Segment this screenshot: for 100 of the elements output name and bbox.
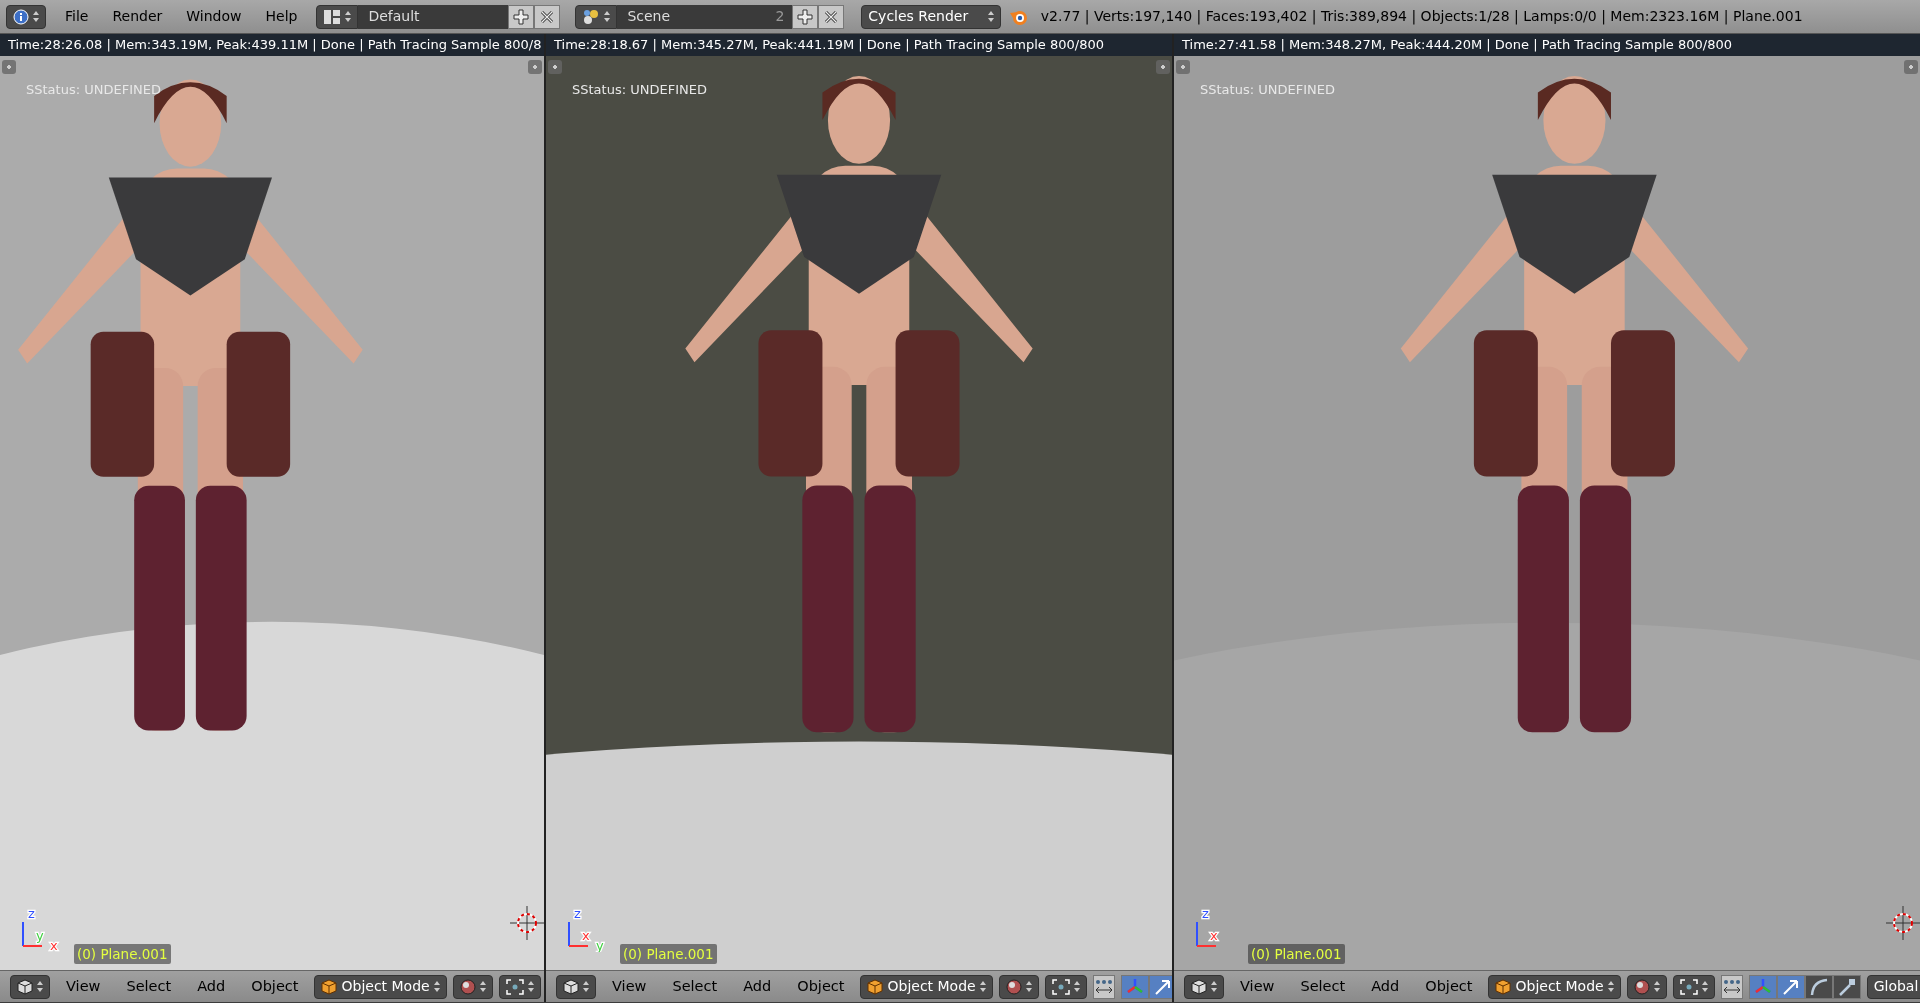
updown-icon [345, 10, 352, 23]
editor-type-button[interactable] [10, 974, 50, 999]
arrow-toggle[interactable] [1148, 974, 1172, 999]
menu-item[interactable]: Select [1290, 975, 1356, 998]
menu-item[interactable]: Add [187, 975, 236, 998]
axis-gizmo-drawing: z x [1194, 906, 1238, 952]
shading-dropdown[interactable] [998, 974, 1039, 999]
pivot-dropdown[interactable] [498, 974, 541, 999]
updown-icon [1073, 980, 1080, 993]
menu-item[interactable]: Add [733, 975, 782, 998]
updown-icon [433, 980, 440, 993]
add-button[interactable] [792, 4, 819, 29]
menu-item[interactable]: Add [1361, 975, 1410, 998]
cube-icon [867, 978, 884, 995]
render-info: Time:27:41.58 | Mem:348.27M, Peak:444.20M | Done | Path Tracing Sample 800/800 [1174, 34, 1920, 56]
menu-item[interactable]: Window [174, 6, 254, 27]
status-text: SStatus: UNDEFINED [26, 81, 161, 99]
shading-dropdown[interactable] [1626, 974, 1667, 999]
updown-icon [37, 980, 43, 993]
scale-toggle[interactable] [1832, 974, 1861, 999]
scene-icon [582, 8, 601, 25]
menu-item[interactable]: Render [100, 6, 175, 27]
manipulator-toggle[interactable] [1720, 974, 1743, 999]
sphere-icon [459, 978, 476, 995]
screen-layout-field[interactable]: Default [358, 4, 509, 29]
menu-item[interactable]: Help [253, 6, 310, 27]
pivot-icon [1051, 978, 1070, 995]
scene-button[interactable] [575, 4, 618, 29]
3d-cursor-icon [1886, 906, 1920, 940]
corner-widget-icon[interactable] [1904, 60, 1918, 74]
corner-widget-icon[interactable] [528, 60, 542, 74]
shading-dropdown[interactable] [452, 974, 493, 999]
corner-widget-icon[interactable] [548, 60, 562, 74]
menu-item[interactable]: Object [1415, 975, 1483, 998]
updown-icon [1211, 980, 1217, 993]
updown-icon [979, 980, 986, 993]
info-icon [13, 8, 29, 25]
close-icon [539, 8, 556, 25]
editor-type-button[interactable] [1184, 974, 1224, 999]
menu-item[interactable]: View [1230, 975, 1285, 998]
menu-item[interactable]: Select [116, 975, 182, 998]
menu-item[interactable]: File [53, 6, 101, 27]
3d-cursor-icon [510, 906, 544, 940]
pivot-icon [1679, 978, 1698, 995]
close-button[interactable] [534, 4, 561, 29]
render-engine-dropdown[interactable]: Cycles Render [861, 4, 1002, 29]
object-name-label: (0) Plane.001 [74, 943, 171, 964]
status-text: SStatus: UNDEFINED [572, 81, 707, 99]
axes-toggle[interactable] [1748, 974, 1777, 999]
cube-icon [1495, 978, 1512, 995]
cube-icon [17, 978, 33, 995]
curve-toggle[interactable] [1804, 974, 1833, 999]
sphere-icon [1633, 978, 1650, 995]
transform-icon [1093, 978, 1114, 995]
scene-stats: v2.77 | Verts:197,140 | Faces:193,402 | Tris:389,894 | Objects:1/28 | Lamps:0/0 | Mem:2323.16M | Plane.001 [1040, 7, 1803, 27]
updown-icon [1653, 980, 1660, 993]
menu-item[interactable]: Object [787, 975, 855, 998]
add-button[interactable] [508, 4, 535, 29]
updown-icon [1607, 980, 1614, 993]
menu-item[interactable]: View [56, 975, 111, 998]
curve-icon [1808, 976, 1829, 997]
axis-gizmo-drawing: z y x [20, 906, 64, 952]
layout-icon [323, 8, 342, 25]
pivot-dropdown[interactable] [1044, 974, 1087, 999]
status-text: SStatus: UNDEFINED [1200, 81, 1335, 99]
sphere-icon [1005, 978, 1022, 995]
info-button[interactable] [6, 4, 46, 29]
pivot-icon [505, 978, 524, 995]
mode-dropdown[interactable]: Object Mode [1488, 974, 1621, 999]
updown-icon [988, 10, 995, 23]
menu-item[interactable]: Object [241, 975, 309, 998]
editor-type-button[interactable] [556, 974, 596, 999]
cube-icon [563, 978, 579, 995]
updown-icon [583, 980, 589, 993]
manipulator-toggle[interactable] [1092, 974, 1115, 999]
mode-dropdown[interactable]: Object Mode [860, 974, 993, 999]
cube-icon [1191, 978, 1207, 995]
menu-item[interactable]: Select [662, 975, 728, 998]
scene-field[interactable]: Scene [617, 4, 768, 29]
screen-layout-button[interactable] [316, 4, 359, 29]
render-info: Time:28:26.08 | Mem:343.19M, Peak:439.11M | Done | Path Tracing Sample 800/8 [0, 34, 544, 56]
cube-icon [321, 978, 338, 995]
render-info: Time:28:18.67 | Mem:345.27M, Peak:441.19M | Done | Path Tracing Sample 800/800 [546, 34, 1172, 56]
object-name-label: (0) Plane.001 [620, 943, 717, 964]
axes-toggle[interactable] [1120, 974, 1149, 999]
axis-gizmo-drawing: z x y [566, 906, 610, 952]
arrow-toggle[interactable] [1776, 974, 1805, 999]
plus-icon [513, 8, 530, 25]
menu-item[interactable]: View [602, 975, 657, 998]
corner-widget-icon[interactable] [1176, 60, 1190, 74]
mode-dropdown[interactable]: Object Mode [314, 974, 447, 999]
close-button[interactable] [818, 4, 845, 29]
orientation-dropdown[interactable]: Global [1866, 974, 1920, 999]
corner-widget-icon[interactable] [1156, 60, 1170, 74]
pivot-dropdown[interactable] [1672, 974, 1715, 999]
updown-icon [33, 10, 39, 23]
updown-icon [479, 980, 486, 993]
updown-icon [604, 10, 611, 23]
corner-widget-icon[interactable] [2, 60, 16, 74]
user-count: 2 [767, 4, 793, 29]
